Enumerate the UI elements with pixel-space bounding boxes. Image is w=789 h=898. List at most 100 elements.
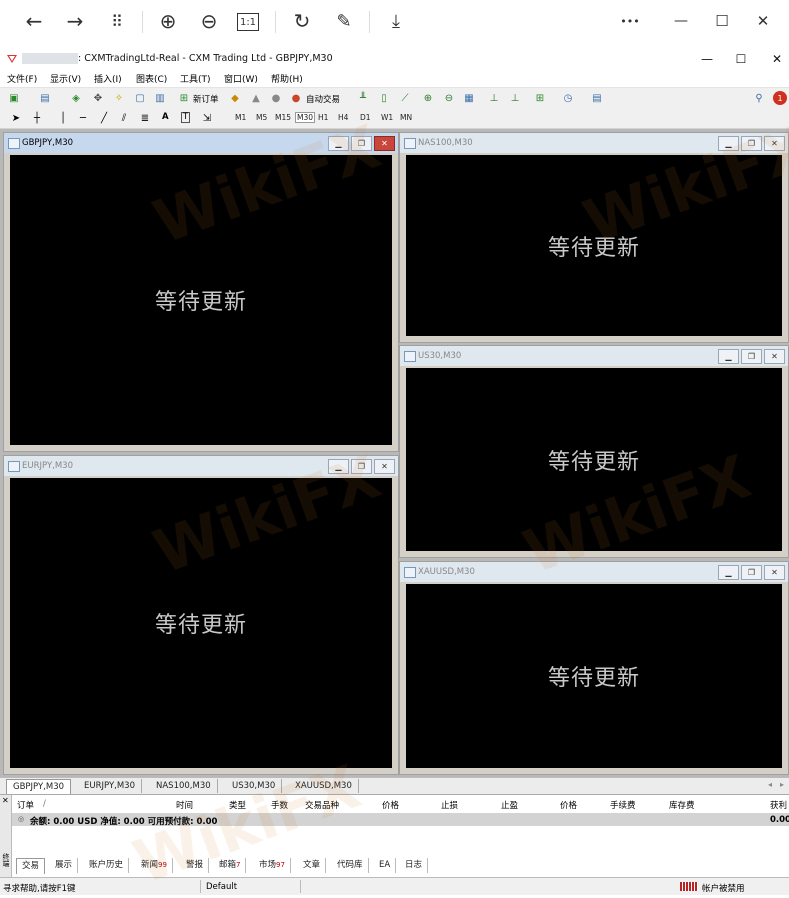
chart-canvas[interactable]: 等待更新: [10, 478, 392, 768]
col-type[interactable]: 类型: [229, 799, 246, 811]
tab-scroll-left-icon[interactable]: ◂: [768, 780, 772, 789]
crosshair-icon[interactable]: ┼: [30, 111, 44, 125]
menu-insert[interactable]: 插入(I): [94, 72, 122, 85]
tab-scroll-right-icon[interactable]: ▸: [780, 780, 784, 789]
navigator-icon[interactable]: ✥: [91, 91, 105, 105]
indicators-icon[interactable]: ⊞: [533, 91, 547, 105]
tab-mailbox[interactable]: 邮箱7: [214, 858, 247, 873]
tab-code-base[interactable]: 代码库: [332, 858, 369, 873]
line-chart-icon[interactable]: ⟋: [398, 91, 412, 105]
col-commission[interactable]: 手续费: [610, 799, 636, 811]
col-tp[interactable]: 止盈: [501, 799, 518, 811]
new-order-button[interactable]: 新订单: [193, 93, 219, 105]
chart-zoom-in-icon[interactable]: ⊕: [421, 91, 435, 105]
lock-icon[interactable]: ▲: [249, 91, 263, 105]
new-chart-icon[interactable]: ▣: [7, 91, 21, 105]
autotrading-icon[interactable]: ●: [289, 91, 303, 105]
tab-eurjpy[interactable]: EURJPY,M30: [78, 779, 142, 793]
profiles-icon[interactable]: ▤: [38, 91, 52, 105]
menu-tools[interactable]: 工具(T): [180, 72, 211, 85]
back-arrow-icon[interactable]: ←: [21, 8, 47, 34]
tab-trade[interactable]: 交易: [16, 858, 46, 874]
chart-window-eurjpy[interactable]: EURJPY,M30 ▁ ❐ ✕ 等待更新: [3, 455, 399, 775]
close-icon[interactable]: ✕: [374, 459, 395, 474]
tab-gbpjpy[interactable]: GBPJPY,M30: [6, 779, 72, 794]
text-tool[interactable]: A: [162, 112, 169, 122]
col-time[interactable]: 时间: [176, 799, 193, 811]
chart-zoom-out-icon[interactable]: ⊖: [442, 91, 456, 105]
col-sl[interactable]: 止损: [441, 799, 458, 811]
terminal-icon[interactable]: ▢: [133, 91, 147, 105]
col-order[interactable]: 订单: [17, 799, 34, 811]
col-price[interactable]: 价格: [382, 799, 399, 811]
timeframe-h1[interactable]: H1: [318, 113, 328, 122]
templates-icon[interactable]: ▤: [590, 91, 604, 105]
search-icon[interactable]: ⚲: [752, 91, 766, 105]
timeframe-h4[interactable]: H4: [338, 113, 348, 122]
chart-titlebar[interactable]: US30,M30 ▁ ❐ ✕: [400, 346, 788, 366]
tab-news[interactable]: 新闻99: [136, 858, 173, 873]
download-icon[interactable]: ⤓: [383, 8, 409, 34]
globe-icon[interactable]: ●: [269, 91, 283, 105]
chart-window-us30[interactable]: US30,M30 ▁ ❐ ✕ 等待更新: [399, 345, 789, 558]
col-symbol[interactable]: 交易品种: [305, 799, 339, 811]
app-minimize-icon[interactable]: —: [697, 51, 717, 67]
tab-us30[interactable]: US30,M30: [226, 779, 283, 793]
chart-window-xauusd[interactable]: XAUUSD,M30 ▁ ❐ ✕ 等待更新: [399, 561, 789, 775]
close-icon[interactable]: ✕: [374, 136, 395, 151]
fibonacci-icon[interactable]: ≣: [138, 111, 152, 125]
col-swap[interactable]: 库存费: [669, 799, 695, 811]
tab-nas100[interactable]: NAS100,M30: [150, 779, 218, 793]
zoom-in-icon[interactable]: ⊕: [155, 8, 181, 34]
timeframe-m5[interactable]: M5: [256, 113, 267, 122]
timeframe-mn[interactable]: MN: [400, 113, 412, 122]
tab-experts[interactable]: EA: [374, 858, 397, 873]
tab-account-history[interactable]: 账户历史: [84, 858, 130, 873]
arrows-icon[interactable]: ⇲: [200, 111, 214, 125]
minimize-icon[interactable]: —: [668, 8, 694, 34]
data-window-icon[interactable]: ✧: [112, 91, 126, 105]
market-watch-icon[interactable]: ◈: [69, 91, 83, 105]
chart-canvas[interactable]: 等待更新: [406, 368, 782, 551]
chart-titlebar[interactable]: NAS100,M30 ▁ ❐ ✕: [400, 133, 788, 153]
col-lots[interactable]: 手数: [271, 799, 288, 811]
chart-titlebar[interactable]: GBPJPY,M30 ▁ ❐ ✕: [4, 133, 398, 153]
timeframe-m1[interactable]: M1: [235, 113, 246, 122]
grid-icon[interactable]: ⠿: [104, 8, 130, 34]
more-icon[interactable]: •••: [615, 8, 645, 34]
periods-icon[interactable]: ◷: [561, 91, 575, 105]
chart-titlebar[interactable]: XAUUSD,M30 ▁ ❐ ✕: [400, 562, 788, 582]
chart-shift-icon[interactable]: ⊥: [487, 91, 501, 105]
minimize-icon[interactable]: ▁: [718, 136, 739, 151]
maximize-icon[interactable]: ☐: [709, 8, 735, 34]
chart-window-nas100[interactable]: NAS100,M30 ▁ ❐ ✕ 等待更新: [399, 132, 789, 343]
minimize-icon[interactable]: ▁: [718, 349, 739, 364]
tab-alerts[interactable]: 警报: [181, 858, 210, 873]
close-icon[interactable]: ✕: [764, 349, 785, 364]
chart-window-gbpjpy[interactable]: GBPJPY,M30 ▁ ❐ ✕ 等待更新: [3, 132, 399, 452]
col-profit[interactable]: 获利: [770, 799, 787, 811]
menu-file[interactable]: 文件(F): [7, 72, 37, 85]
zoom-out-icon[interactable]: ⊖: [196, 8, 222, 34]
tile-windows-icon[interactable]: ▦: [462, 91, 476, 105]
notification-icon[interactable]: 1: [773, 91, 787, 105]
restore-icon[interactable]: ❐: [351, 136, 372, 151]
autotrading-button[interactable]: 自动交易: [306, 93, 340, 105]
new-order-icon[interactable]: ⊞: [177, 91, 191, 105]
channel-icon[interactable]: ⫽: [117, 111, 131, 125]
rotate-icon[interactable]: ↻: [289, 8, 315, 34]
cursor-icon[interactable]: ➤: [9, 111, 23, 125]
metaeditor-icon[interactable]: ◆: [228, 91, 242, 105]
tab-xauusd[interactable]: XAUUSD,M30: [289, 779, 359, 793]
app-maximize-icon[interactable]: ☐: [731, 51, 751, 67]
close-icon[interactable]: ✕: [750, 8, 776, 34]
trendline-icon[interactable]: ╱: [97, 111, 111, 125]
chart-canvas[interactable]: 等待更新: [406, 155, 782, 336]
strategy-tester-icon[interactable]: ▥: [153, 91, 167, 105]
tab-exposure[interactable]: 展示: [50, 858, 79, 873]
text-label-tool[interactable]: T: [181, 112, 191, 123]
actual-size-icon[interactable]: 1:1: [237, 13, 259, 31]
timeframe-m30[interactable]: M30: [295, 112, 316, 123]
timeframe-d1[interactable]: D1: [360, 113, 371, 122]
vertical-line-icon[interactable]: │: [56, 111, 70, 125]
